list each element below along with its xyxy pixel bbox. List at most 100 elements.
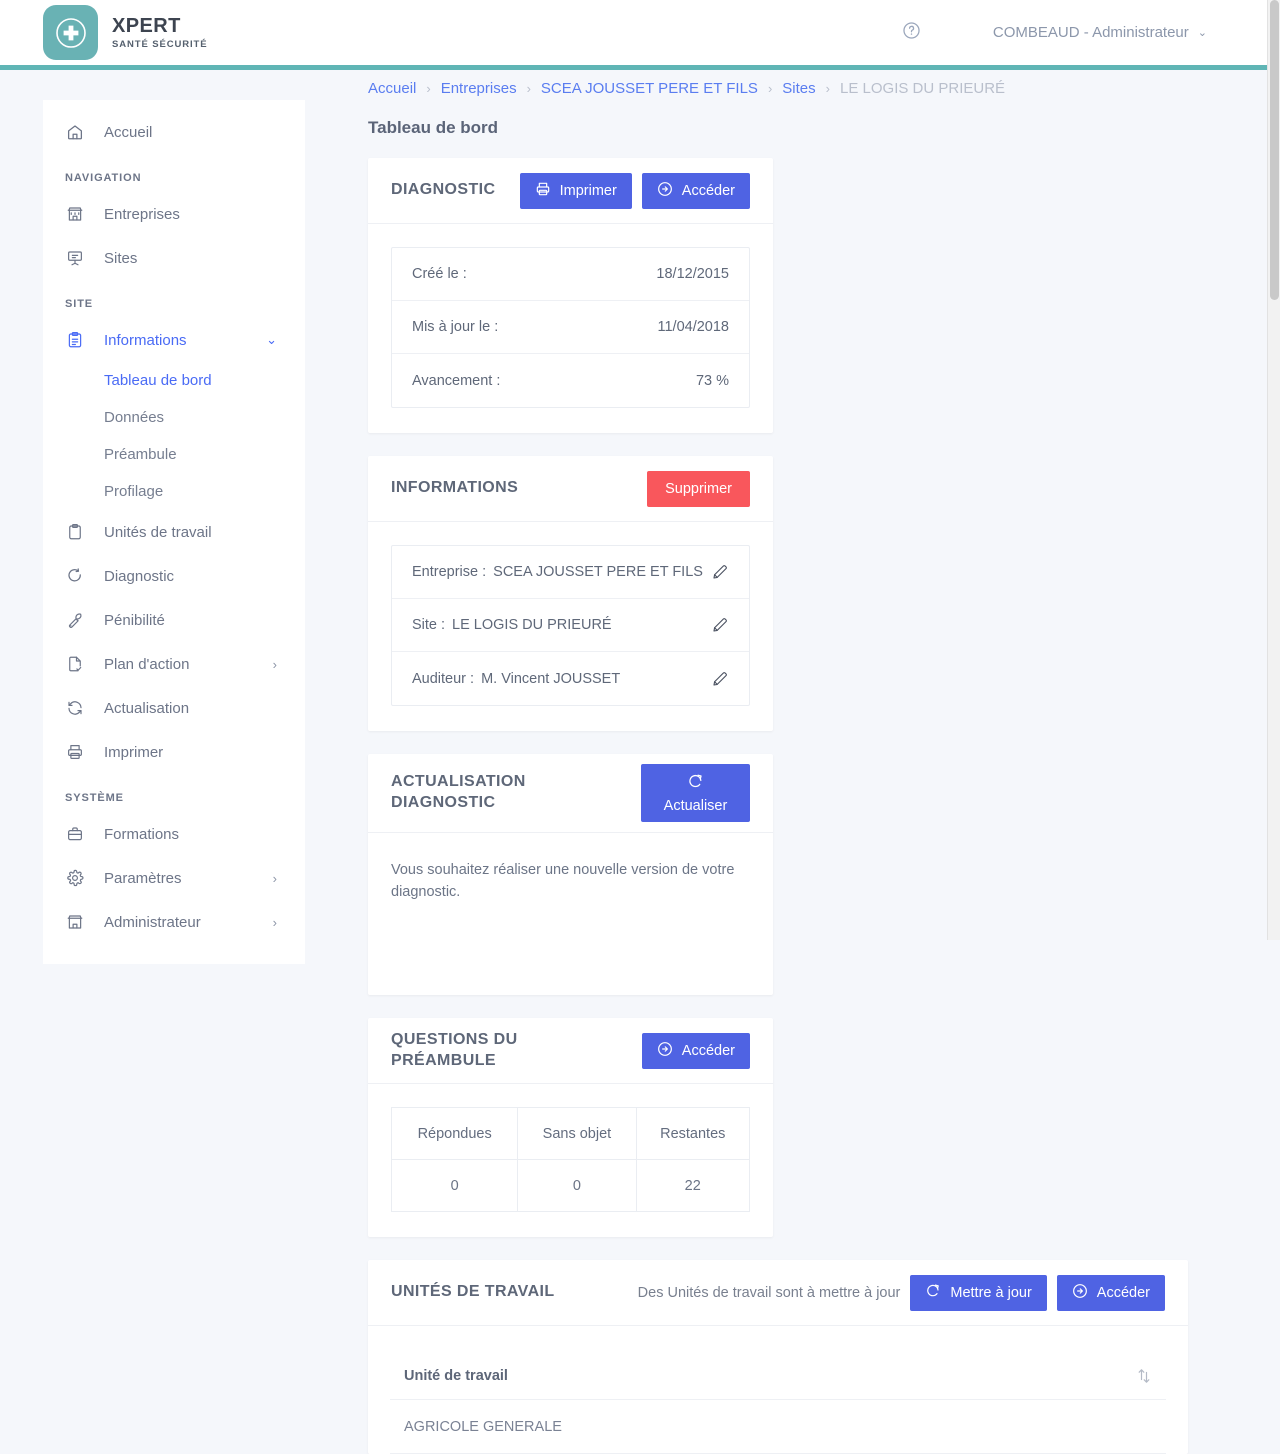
card-questions-header: QUESTIONS DU PRÉAMBULE Accéder: [368, 1018, 773, 1084]
actualiser-label: Actualiser: [663, 797, 728, 814]
print-diagnostic-button[interactable]: Imprimer: [519, 172, 632, 209]
breadcrumb: Accueil › Entreprises › SCEA JOUSSET PER…: [305, 70, 1267, 97]
presentation-icon: [65, 249, 85, 267]
chevron-down-icon: ⌄: [1197, 27, 1207, 39]
sidebar-item-diagnostic[interactable]: Diagnostic: [43, 554, 305, 598]
sidebar-item-actualisation[interactable]: Actualisation: [43, 686, 305, 730]
table-row: Avancement : 73 %: [392, 354, 749, 407]
sidebar-item-label: Actualisation: [104, 699, 190, 717]
chevron-right-icon: ›: [426, 81, 431, 96]
card-informations-title: INFORMATIONS: [391, 479, 519, 497]
refresh-icon: [925, 1283, 941, 1303]
breadcrumb-item-sites[interactable]: Sites: [782, 80, 815, 97]
sidebar-subitem-preambule[interactable]: Préambule: [43, 436, 305, 473]
column-header-unite-de-travail: Unité de travail: [404, 1367, 508, 1384]
edit-pencil-icon: [713, 618, 727, 632]
card-diagnostic-body: Créé le : 18/12/2015 Mis à jour le : 11/…: [368, 224, 773, 433]
row-value: 18/12/2015: [656, 266, 729, 282]
page-scrollbar-thumb[interactable]: [1270, 0, 1279, 300]
arrow-right-circle-icon: [1072, 1283, 1088, 1303]
page-scrollbar[interactable]: [1267, 0, 1280, 940]
sidebar-item-label: Administrateur: [104, 913, 201, 931]
access-unites-button[interactable]: Accéder: [1056, 1274, 1165, 1311]
cell-sans-objet: 0: [517, 1159, 637, 1212]
card-diagnostic-title: DIAGNOSTIC: [391, 181, 496, 199]
edit-auditeur-button[interactable]: [711, 670, 729, 688]
sidebar-item-imprimer[interactable]: Imprimer: [43, 730, 305, 774]
chevron-right-icon: ›: [825, 81, 830, 96]
row-key: Avancement :: [412, 372, 501, 389]
table-row[interactable]: AGRICOLE GENERALE: [390, 1400, 1166, 1454]
store-icon: [65, 913, 85, 931]
sidebar-subitem-donnees[interactable]: Données: [43, 399, 305, 436]
sidebar-subitem-profilage[interactable]: Profilage: [43, 473, 305, 510]
questions-table: Répondues Sans objet Restantes 0 0 22: [390, 1107, 750, 1212]
informations-table: Entreprise : SCEA JOUSSET PERE ET FILS S…: [391, 545, 750, 706]
sidebar-item-sites[interactable]: Sites: [43, 236, 305, 280]
delete-button[interactable]: Supprimer: [647, 470, 750, 507]
refresh-circle-icon: [65, 567, 85, 585]
sidebar-item-penibilite[interactable]: Pénibilité: [43, 598, 305, 642]
breadcrumb-item-accueil[interactable]: Accueil: [368, 80, 416, 97]
sidebar-item-label: Entreprises: [104, 205, 180, 223]
cell-repondues: 0: [390, 1159, 519, 1212]
refresh-icon: [65, 699, 85, 717]
user-menu[interactable]: COMBEAUD - Administrateur ⌄: [993, 24, 1207, 41]
sidebar-item-accueil[interactable]: Accueil: [43, 110, 305, 154]
edit-site-button[interactable]: [711, 616, 729, 634]
arrow-right-circle-icon: [657, 181, 673, 201]
wrench-icon: [65, 611, 85, 629]
breadcrumb-item-entreprise-name[interactable]: SCEA JOUSSET PERE ET FILS: [541, 80, 758, 97]
clipboard-list-icon: [65, 331, 85, 349]
brand-subtitle: SANTÉ SÉCURITÉ: [112, 38, 208, 50]
sidebar-item-formations[interactable]: Formations: [43, 812, 305, 856]
arrow-right-circle-icon: [657, 1041, 673, 1061]
sidebar: Accueil NAVIGATION Entreprises Sites SIT…: [43, 100, 305, 964]
help-circle-icon[interactable]: [902, 21, 921, 45]
sort-toggle-icon[interactable]: [1136, 1366, 1152, 1386]
edit-pencil-icon: [713, 671, 727, 686]
print-diagnostic-label: Imprimer: [559, 182, 617, 199]
card-actualisation-title: ACTUALISATION DIAGNOSTIC: [391, 772, 526, 814]
actualiser-button[interactable]: Actualiser: [641, 764, 750, 822]
access-questions-label: Accéder: [681, 1042, 735, 1059]
sidebar-item-parametres[interactable]: Paramètres ›: [43, 856, 305, 900]
table-row: Entreprise : SCEA JOUSSET PERE ET FILS: [392, 546, 749, 599]
store-icon: [65, 205, 85, 223]
card-questions-body: Répondues Sans objet Restantes 0 0 22: [368, 1084, 773, 1237]
sidebar-item-label: Paramètres: [104, 869, 182, 887]
gear-icon: [65, 869, 85, 887]
card-unites-de-travail: UNITÉS DE TRAVAIL Des Unités de travail …: [368, 1260, 1188, 1454]
edit-entreprise-button[interactable]: [711, 563, 729, 581]
card-actualisation-body: Vous souhaitez réaliser une nouvelle ver…: [368, 833, 773, 995]
access-questions-button[interactable]: Accéder: [641, 1032, 750, 1069]
home-icon: [65, 123, 85, 141]
sidebar-item-entreprises[interactable]: Entreprises: [43, 192, 305, 236]
header-accent-rule: [0, 65, 1267, 70]
breadcrumb-item-entreprises[interactable]: Entreprises: [441, 80, 517, 97]
sidebar-subitem-tableau-de-bord[interactable]: Tableau de bord: [43, 362, 305, 399]
printer-icon: [535, 181, 551, 201]
access-unites-label: Accéder: [1096, 1284, 1150, 1301]
row-value: SCEA JOUSSET PERE ET FILS: [493, 564, 703, 580]
sidebar-item-administrateur[interactable]: Administrateur ›: [43, 900, 305, 944]
card-questions-preambule: QUESTIONS DU PRÉAMBULE Accéder Répondues…: [368, 1018, 773, 1237]
chevron-right-icon: ›: [767, 81, 773, 96]
edit-pencil-icon: [713, 565, 727, 579]
card-unites-title: UNITÉS DE TRAVAIL: [391, 1283, 555, 1301]
card-actualisation-diagnostic: ACTUALISATION DIAGNOSTIC Actualiser Vous…: [368, 754, 773, 995]
update-unites-button[interactable]: Mettre à jour: [910, 1274, 1047, 1311]
brand-logo[interactable]: XPERT SANTÉ SÉCURITÉ: [43, 5, 207, 60]
card-informations-body: Entreprise : SCEA JOUSSET PERE ET FILS S…: [368, 522, 773, 731]
printer-icon: [65, 743, 85, 761]
app-header: XPERT SANTÉ SÉCURITÉ COMBEAUD - Administ…: [0, 0, 1267, 65]
sidebar-subitem-label: Données: [104, 409, 165, 426]
update-unites-label: Mettre à jour: [950, 1284, 1032, 1301]
sidebar-item-unites-de-travail[interactable]: Unités de travail: [43, 510, 305, 554]
sidebar-subitem-label: Préambule: [104, 446, 177, 463]
access-diagnostic-button[interactable]: Accéder: [641, 172, 750, 209]
sidebar-item-plan-daction[interactable]: Plan d'action ›: [43, 642, 305, 686]
sidebar-item-informations[interactable]: Informations ⌄: [43, 318, 305, 362]
row-value: M. Vincent JOUSSET: [481, 670, 621, 687]
sidebar-item-label: Sites: [104, 249, 138, 267]
